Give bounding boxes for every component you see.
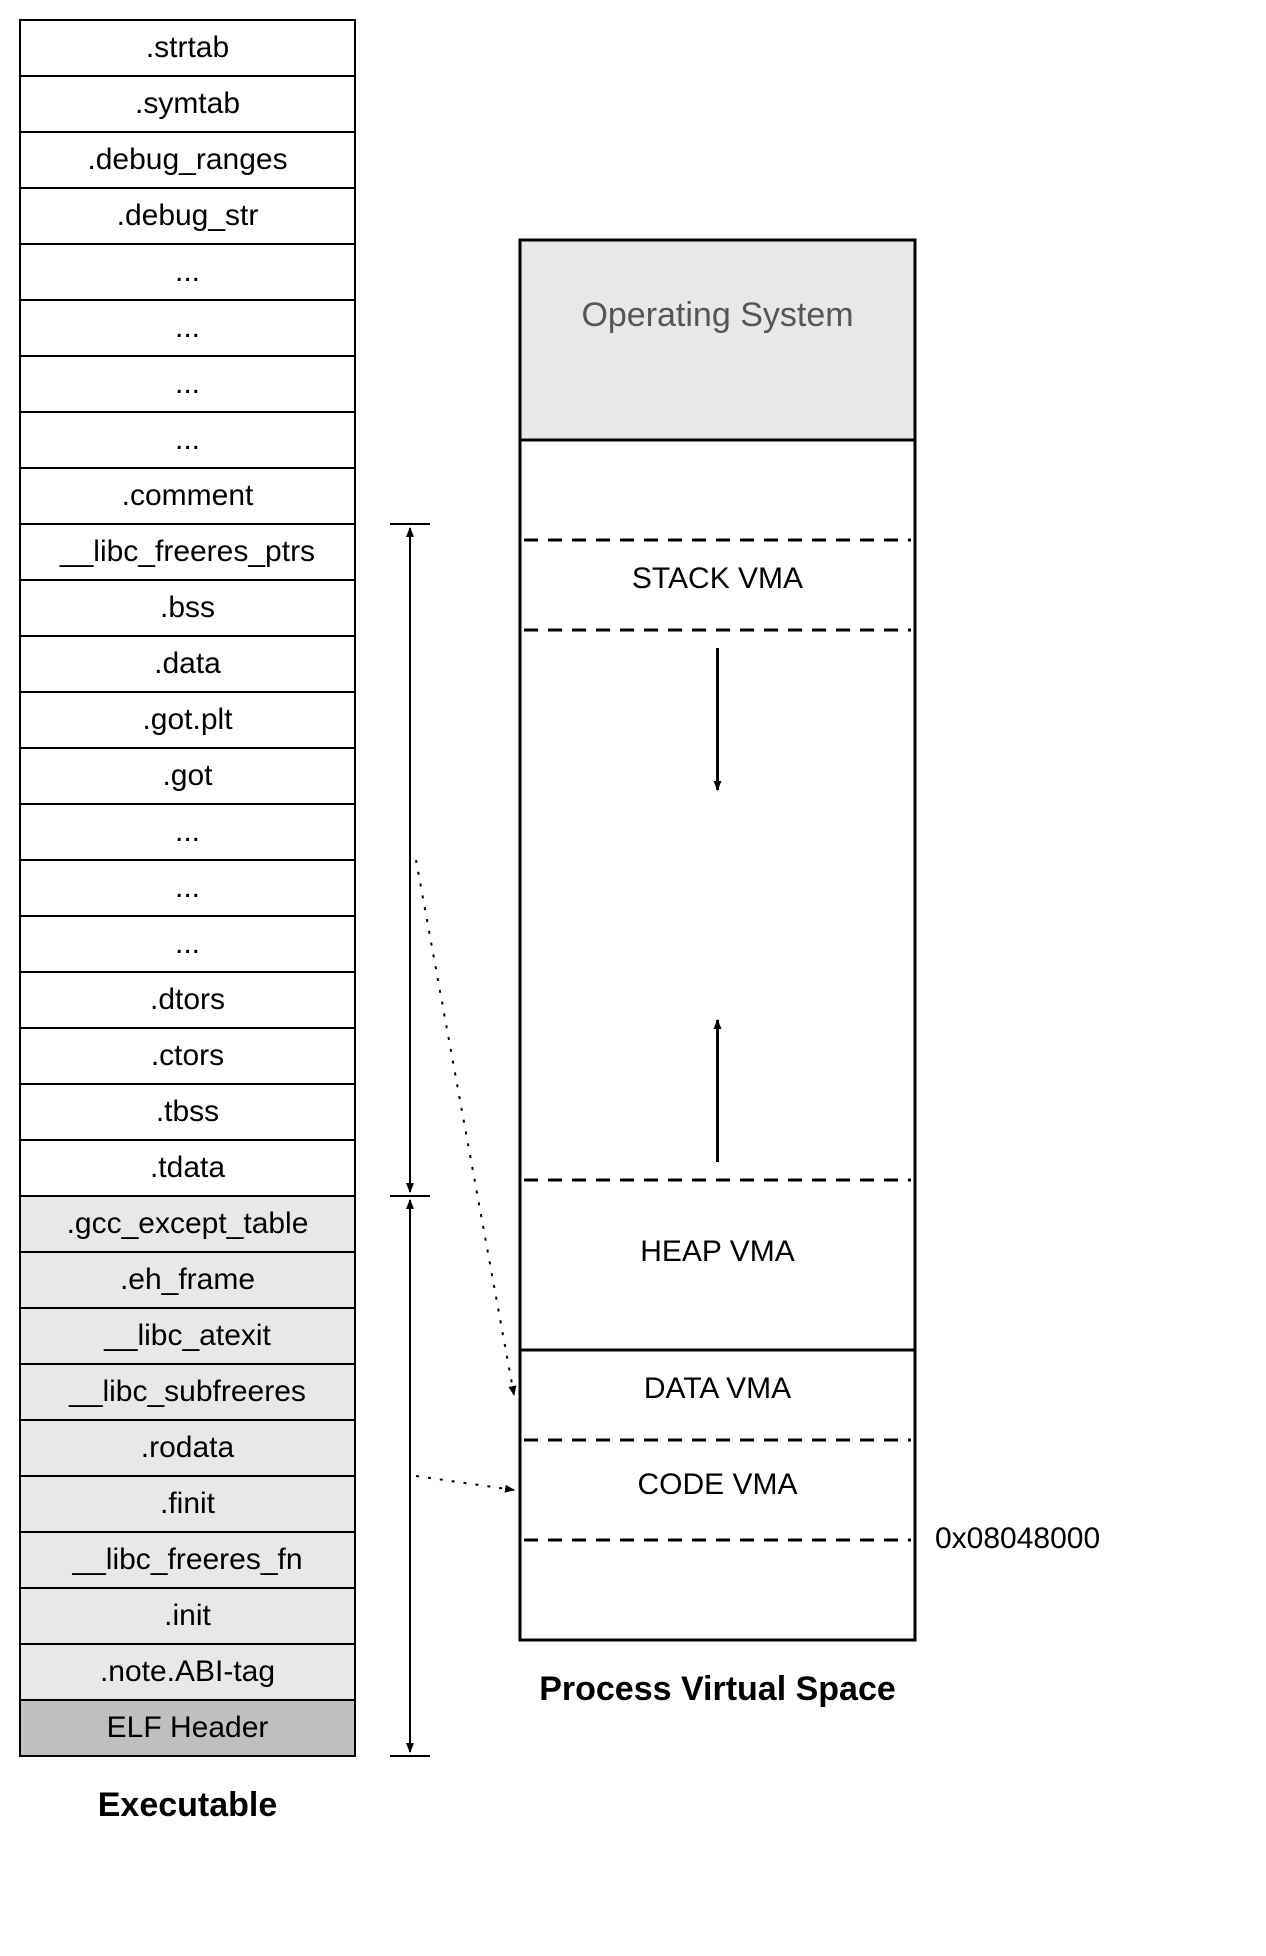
exec-section-label: .init xyxy=(20,1599,355,1633)
address-label: 0x08048000 xyxy=(935,1522,1100,1556)
exec-section-label: ... xyxy=(20,871,355,905)
vm-os-region xyxy=(520,240,915,440)
exec-section-label: __libc_freeres_ptrs xyxy=(20,535,355,569)
exec-section-label: ... xyxy=(20,423,355,457)
vm-title: Process Virtual Space xyxy=(520,1670,915,1709)
exec-section-label: ... xyxy=(20,927,355,961)
vm-outer xyxy=(520,240,915,1640)
exec-section-label: .got.plt xyxy=(20,703,355,737)
exec-section-label: .debug_ranges xyxy=(20,143,355,177)
exec-section-label: .symtab xyxy=(20,87,355,121)
heap-label: HEAP VMA xyxy=(520,1235,915,1269)
exec-section-label: ELF Header xyxy=(20,1711,355,1745)
exec-section-label: .gcc_except_table xyxy=(20,1207,355,1241)
exec-section-label: ... xyxy=(20,311,355,345)
exec-section-label: .comment xyxy=(20,479,355,513)
exec-section-label: ... xyxy=(20,367,355,401)
os-label: Operating System xyxy=(520,295,915,336)
map-code-line xyxy=(416,1476,514,1490)
data-label: DATA VMA xyxy=(520,1372,915,1406)
code-label: CODE VMA xyxy=(520,1468,915,1502)
executable-title: Executable xyxy=(20,1786,355,1825)
exec-section-label: .debug_str xyxy=(20,199,355,233)
exec-section-label: .tbss xyxy=(20,1095,355,1129)
exec-section-label: .note.ABI-tag xyxy=(20,1655,355,1689)
exec-section-label: .ctors xyxy=(20,1039,355,1073)
stack-label: STACK VMA xyxy=(520,562,915,596)
exec-section-label: .rodata xyxy=(20,1431,355,1465)
exec-section-label: __libc_atexit xyxy=(20,1319,355,1353)
exec-section-label: ... xyxy=(20,255,355,289)
exec-section-label: .data xyxy=(20,647,355,681)
exec-section-label: .bss xyxy=(20,591,355,625)
map-data-line xyxy=(416,860,514,1395)
exec-section-label: .strtab xyxy=(20,31,355,65)
exec-section-label: .dtors xyxy=(20,983,355,1017)
exec-section-label: .finit xyxy=(20,1487,355,1521)
exec-section-label: __libc_subfreeres xyxy=(20,1375,355,1409)
exec-section-label: .got xyxy=(20,759,355,793)
exec-section-label: .eh_frame xyxy=(20,1263,355,1297)
exec-section-label: __libc_freeres_fn xyxy=(20,1543,355,1577)
exec-section-label: ... xyxy=(20,815,355,849)
exec-section-label: .tdata xyxy=(20,1151,355,1185)
